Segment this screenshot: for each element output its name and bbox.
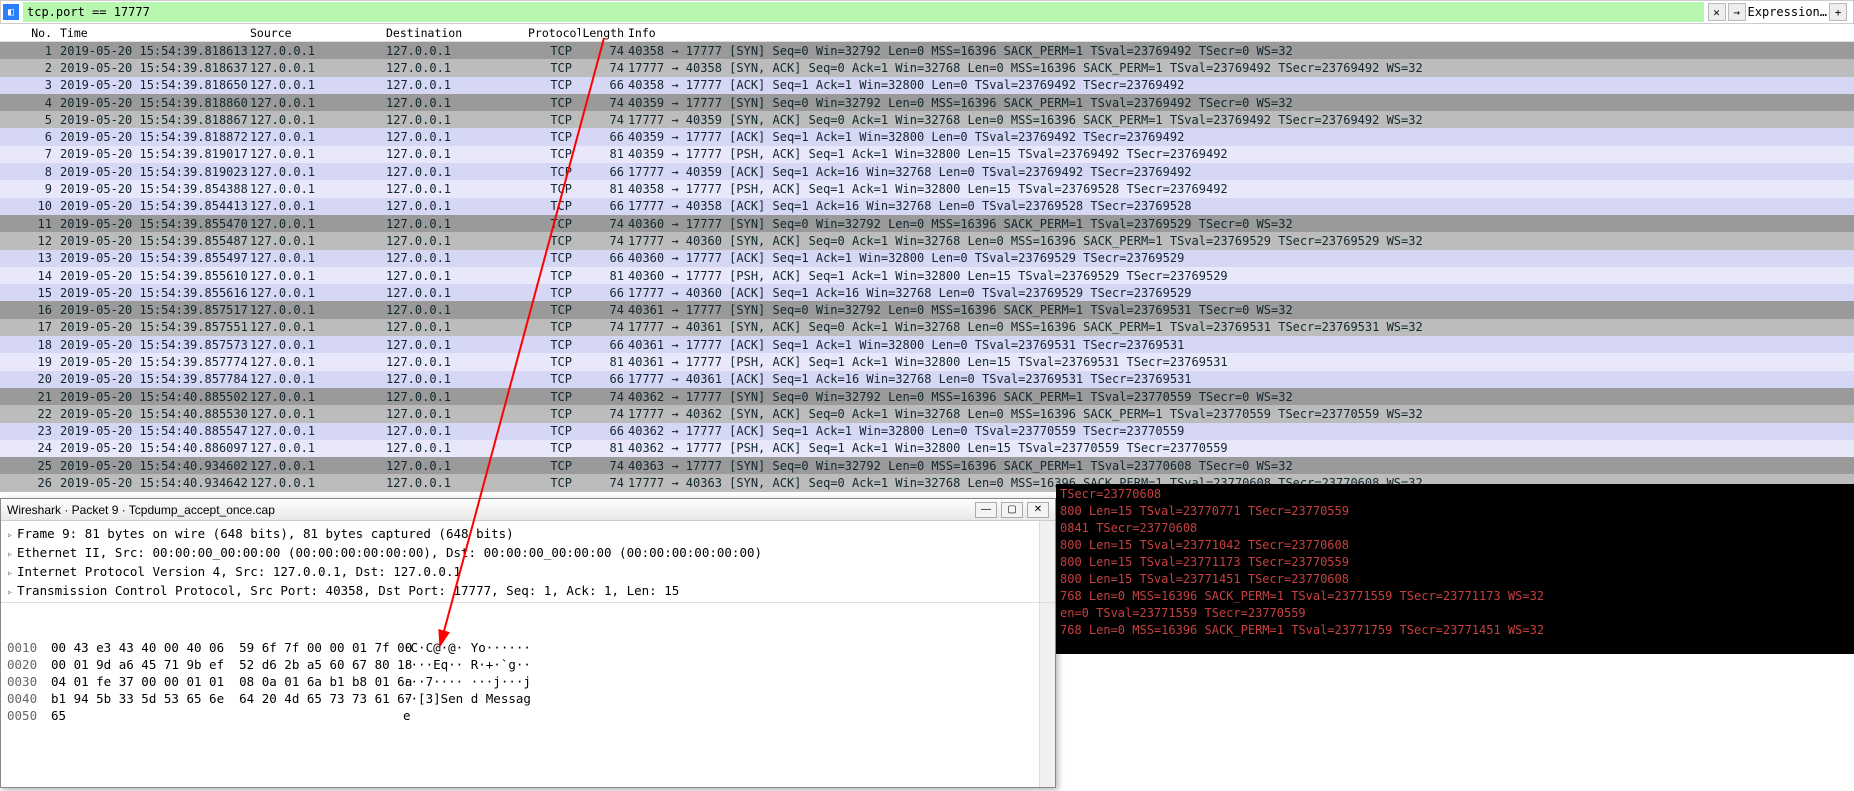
packet-tree[interactable]: Frame 9: 81 bytes on wire (648 bits), 81… [1, 521, 1055, 603]
packet-row[interactable]: 222019-05-20 15:54:40.885530127.0.0.1127… [0, 405, 1854, 422]
packet-row[interactable]: 12019-05-20 15:54:39.818613127.0.0.1127.… [0, 42, 1854, 59]
tree-item[interactable]: Transmission Control Protocol, Src Port:… [7, 582, 1049, 601]
packet-row[interactable]: 212019-05-20 15:54:40.885502127.0.0.1127… [0, 388, 1854, 405]
packet-row[interactable]: 142019-05-20 15:54:39.855610127.0.0.1127… [0, 267, 1854, 284]
packet-row[interactable]: 132019-05-20 15:54:39.855497127.0.0.1127… [0, 250, 1854, 267]
clear-filter-icon[interactable]: ✕ [1708, 3, 1726, 21]
packet-row[interactable]: 32019-05-20 15:54:39.818650127.0.0.1127.… [0, 77, 1854, 94]
hex-pane[interactable]: 001000 43 e3 43 40 00 40 06 59 6f 7f 00 … [1, 603, 1055, 787]
tree-item[interactable]: Frame 9: 81 bytes on wire (648 bits), 81… [7, 525, 1049, 544]
hex-scrollbar[interactable] [1039, 603, 1055, 787]
dialog-titlebar[interactable]: Wireshark · Packet 9 · Tcpdump_accept_on… [1, 499, 1055, 521]
tree-item[interactable]: Ethernet II, Src: 00:00:00_00:00:00 (00:… [7, 544, 1049, 563]
add-expression-icon[interactable]: + [1829, 3, 1847, 21]
packet-row[interactable]: 72019-05-20 15:54:39.819017127.0.0.1127.… [0, 146, 1854, 163]
packet-row[interactable]: 162019-05-20 15:54:39.857517127.0.0.1127… [0, 301, 1854, 318]
packet-row[interactable]: 242019-05-20 15:54:40.886097127.0.0.1127… [0, 440, 1854, 457]
packet-row[interactable]: 102019-05-20 15:54:39.854413127.0.0.1127… [0, 198, 1854, 215]
filter-toolbar-right: ✕ → Expression… + [1704, 3, 1851, 21]
hex-row[interactable]: 0040b1 94 5b 33 5d 53 65 6e 64 20 4d 65 … [7, 690, 1049, 707]
packet-row[interactable]: 42019-05-20 15:54:39.818860127.0.0.1127.… [0, 94, 1854, 111]
packet-list[interactable]: 12019-05-20 15:54:39.818613127.0.0.1127.… [0, 42, 1854, 502]
packet-row[interactable]: 182019-05-20 15:54:39.857573127.0.0.1127… [0, 336, 1854, 353]
hex-row[interactable]: 003004 01 fe 37 00 00 01 01 08 0a 01 6a … [7, 673, 1049, 690]
packet-row[interactable]: 202019-05-20 15:54:39.857784127.0.0.1127… [0, 371, 1854, 388]
dialog-title: Wireshark · Packet 9 · Tcpdump_accept_on… [7, 503, 275, 517]
packet-row[interactable]: 92019-05-20 15:54:39.854388127.0.0.1127.… [0, 180, 1854, 197]
expression-link[interactable]: Expression… [1748, 5, 1827, 19]
packet-row[interactable]: 52019-05-20 15:54:39.818867127.0.0.1127.… [0, 111, 1854, 128]
col-header-info[interactable]: Info [628, 26, 1854, 40]
packet-row[interactable]: 122019-05-20 15:54:39.855487127.0.0.1127… [0, 232, 1854, 249]
col-header-src[interactable]: Source [250, 26, 386, 40]
apply-filter-icon[interactable]: → [1728, 3, 1746, 21]
terminal-output: TSecr=23770608 800 Len=15 TSval=23770771… [1056, 484, 1854, 654]
display-filter-input[interactable] [23, 2, 1704, 22]
col-header-no[interactable]: No. [4, 26, 60, 40]
tree-scrollbar[interactable] [1039, 521, 1055, 602]
tree-item[interactable]: Internet Protocol Version 4, Src: 127.0.… [7, 563, 1049, 582]
minimize-icon[interactable]: — [975, 502, 997, 518]
packet-row[interactable]: 82019-05-20 15:54:39.819023127.0.0.1127.… [0, 163, 1854, 180]
col-header-time[interactable]: Time [60, 26, 250, 40]
hex-row[interactable]: 002000 01 9d a6 45 71 9b ef 52 d6 2b a5 … [7, 656, 1049, 673]
col-header-dst[interactable]: Destination [386, 26, 528, 40]
packet-row[interactable]: 232019-05-20 15:54:40.885547127.0.0.1127… [0, 423, 1854, 440]
packet-row[interactable]: 112019-05-20 15:54:39.855470127.0.0.1127… [0, 215, 1854, 232]
hex-row[interactable]: 001000 43 e3 43 40 00 40 06 59 6f 7f 00 … [7, 639, 1049, 656]
packet-detail-dialog: Wireshark · Packet 9 · Tcpdump_accept_on… [0, 498, 1056, 788]
bookmark-icon[interactable]: ◧ [3, 4, 19, 20]
packet-row[interactable]: 152019-05-20 15:54:39.855616127.0.0.1127… [0, 284, 1854, 301]
packet-row[interactable]: 252019-05-20 15:54:40.934602127.0.0.1127… [0, 457, 1854, 474]
packet-row[interactable]: 192019-05-20 15:54:39.857774127.0.0.1127… [0, 353, 1854, 370]
packet-row[interactable]: 172019-05-20 15:54:39.857551127.0.0.1127… [0, 319, 1854, 336]
packet-list-header: No. Time Source Destination Protocol Len… [0, 24, 1854, 42]
hex-row[interactable]: 005065e [7, 707, 1049, 724]
col-header-proto[interactable]: Protocol [528, 26, 580, 40]
packet-row[interactable]: 62019-05-20 15:54:39.818872127.0.0.1127.… [0, 128, 1854, 145]
col-header-len[interactable]: Length [580, 26, 628, 40]
packet-row[interactable]: 22019-05-20 15:54:39.818637127.0.0.1127.… [0, 59, 1854, 76]
display-filter-bar: ◧ ✕ → Expression… + [0, 0, 1854, 24]
close-icon[interactable]: ✕ [1027, 502, 1049, 518]
maximize-icon[interactable]: ▢ [1001, 502, 1023, 518]
